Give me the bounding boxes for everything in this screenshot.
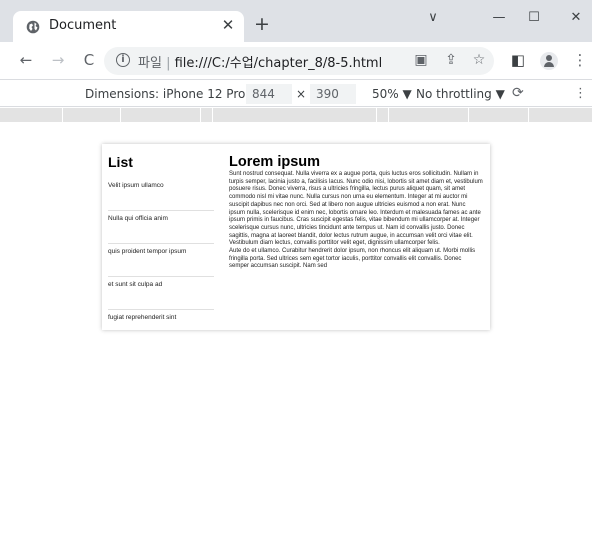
new-tab-icon[interactable]: + xyxy=(252,14,272,34)
devtools-more-icon[interactable]: ⋮ xyxy=(574,86,587,101)
star-icon[interactable]: ☆ xyxy=(470,52,488,68)
tab-strip: Document ✕ + ∨ — ☐ ✕ xyxy=(0,0,592,42)
height-input[interactable]: 390 xyxy=(310,84,356,104)
list-item: quis proident tempor ipsum xyxy=(108,244,214,277)
width-input[interactable]: 844 xyxy=(246,84,292,104)
media-query-divider xyxy=(468,108,469,122)
list-heading: List xyxy=(108,154,133,170)
address-bar[interactable]: i 파일 | file:///C:/수업/chapter_8/8-5.html … xyxy=(104,47,494,75)
media-query-divider xyxy=(120,108,121,122)
list-item: Nulla qui officia anim xyxy=(108,211,214,244)
article-paragraph: Aute do et ullamco. Curabitur hendrerit … xyxy=(229,248,476,270)
media-query-divider xyxy=(200,108,201,122)
tab-close-icon[interactable]: ✕ xyxy=(219,16,237,34)
share-icon[interactable]: ⇪ xyxy=(442,52,460,68)
forward-arrow-icon[interactable]: → xyxy=(48,51,68,69)
close-window-icon[interactable]: ✕ xyxy=(566,10,586,25)
reload-icon[interactable]: C xyxy=(79,51,99,69)
list-section: List Velit ipsum ullamco Nulla qui offic… xyxy=(108,154,214,330)
rotate-icon[interactable]: ⟳ xyxy=(512,85,524,101)
translate-icon[interactable]: ▣ xyxy=(412,52,430,68)
maximize-icon[interactable]: ☐ xyxy=(524,10,544,25)
emulated-device-page: List Velit ipsum ullamco Nulla qui offic… xyxy=(102,144,490,330)
times-label: × xyxy=(296,87,307,101)
list-item: fugiat reprehenderit sint xyxy=(108,310,214,330)
throttling-dropdown[interactable]: No throttling ▼ xyxy=(416,87,505,101)
dimensions-dropdown[interactable]: Dimensions: iPhone 12 Pro ▼ xyxy=(85,87,258,101)
media-query-divider xyxy=(528,108,529,122)
zoom-dropdown[interactable]: 50% ▼ xyxy=(372,87,412,101)
page-viewport: List Velit ipsum ullamco Nulla qui offic… xyxy=(0,122,592,545)
media-query-divider xyxy=(388,108,389,122)
list-item: et sunt sit culpa ad xyxy=(108,277,214,310)
url-text[interactable]: 파일 | file:///C:/수업/chapter_8/8-5.html xyxy=(138,52,382,71)
article-paragraph: Sunt nostrud consequat. Nulla viverra ex… xyxy=(229,171,483,247)
media-query-divider xyxy=(62,108,63,122)
article-section: Lorem ipsum Sunt nostrud consequat. Null… xyxy=(229,154,483,271)
device-toolbar: Dimensions: iPhone 12 Pro ▼ 844 × 390 50… xyxy=(0,81,592,107)
browser-window: Document ✕ + ∨ — ☐ ✕ ← → C i 파일 | file:/… xyxy=(0,0,592,545)
info-icon[interactable]: i xyxy=(116,53,130,67)
profile-icon[interactable] xyxy=(540,52,558,70)
browser-tab[interactable]: Document ✕ xyxy=(13,11,244,42)
media-query-bar[interactable] xyxy=(0,108,592,122)
minimize-icon[interactable]: — xyxy=(489,10,509,25)
side-panel-icon[interactable]: ◧ xyxy=(508,51,528,69)
back-arrow-icon[interactable]: ← xyxy=(16,51,36,69)
url-scheme-label: 파일 xyxy=(138,56,162,71)
media-query-divider xyxy=(212,108,213,122)
url-separator: | xyxy=(166,56,175,71)
article-title: Lorem ipsum xyxy=(229,154,321,170)
media-query-divider xyxy=(376,108,377,122)
tab-search-icon[interactable]: ∨ xyxy=(423,10,443,25)
url-value: file:///C:/수업/chapter_8/8-5.html xyxy=(174,56,383,71)
tab-title: Document xyxy=(49,18,117,33)
list-item: Velit ipsum ullamco xyxy=(108,178,214,211)
globe-icon xyxy=(26,20,40,34)
kebab-menu-icon[interactable]: ⋮ xyxy=(570,51,590,69)
browser-toolbar: ← → C i 파일 | file:///C:/수업/chapter_8/8-5… xyxy=(0,42,592,80)
